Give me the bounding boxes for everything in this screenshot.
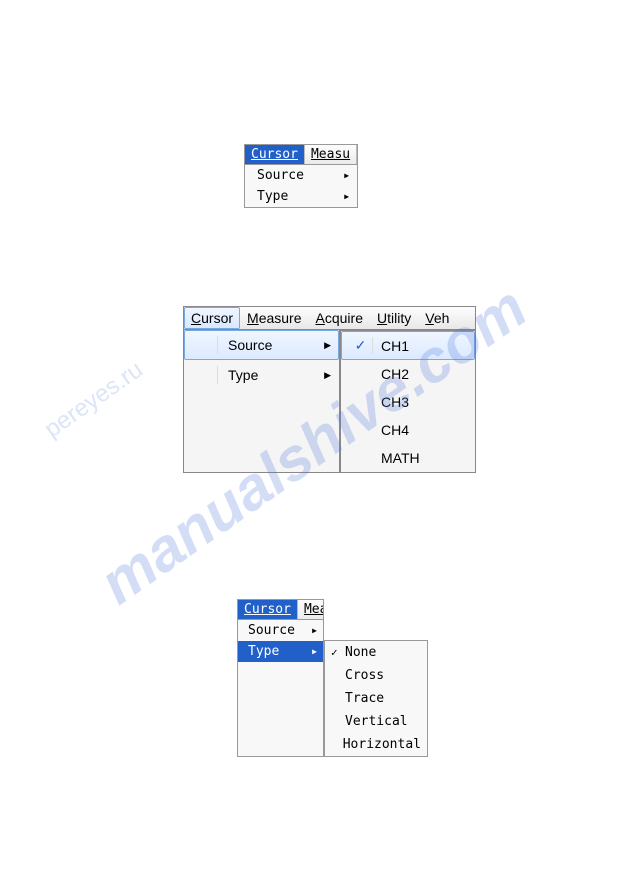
submenu-item-cross[interactable]: Cross [325, 664, 427, 687]
menu-item-source-label: Source [228, 337, 272, 353]
menu-item-source-label: Source [257, 168, 304, 183]
cursor-dropdown: Source ▶ Type ▶ [244, 165, 358, 208]
cursor-menu-expanded-type: Cursor Measu Source ▶ Type ▶ ✓None Cross… [237, 599, 428, 757]
menu-item-source[interactable]: Source ▶ [245, 165, 357, 186]
menu-item-source[interactable]: Source ▶ [184, 330, 339, 360]
submenu-item-trace[interactable]: Trace [325, 687, 427, 710]
menu-item-type-label: Type [248, 644, 279, 659]
menu-cursor[interactable]: Cursor [238, 600, 298, 619]
submenu-item-label: Cross [345, 668, 384, 683]
submenu-arrow-icon: ▶ [312, 647, 317, 656]
submenu-item-label: None [345, 645, 376, 660]
submenu-item-ch2[interactable]: CH2 [341, 360, 475, 388]
check-icon: ✓ [349, 337, 373, 354]
menu-acquire-label: cquire [325, 310, 363, 326]
menu-gutter [192, 336, 218, 354]
submenu-arrow-icon: ▶ [344, 171, 349, 180]
menu-cursor-label: Cursor [244, 602, 291, 617]
source-submenu: ✓ CH1 CH2 CH3 CH4 MATH [340, 330, 476, 473]
cursor-dropdown: Source ▶ Type ▶ [237, 620, 324, 757]
submenu-item-ch1[interactable]: ✓ CH1 [341, 331, 475, 360]
menu-cursor[interactable]: Cursor [184, 307, 240, 329]
menu-item-type[interactable]: Type ▶ [184, 360, 339, 390]
menubar: Cursor Measure Acquire Utility Veh [183, 306, 476, 330]
menu-vehicle[interactable]: Veh [418, 307, 456, 329]
menu-measure-label: Measu [304, 602, 324, 617]
menu-measure-label: easure [259, 310, 302, 326]
menu-cursor-label: ursor [201, 310, 233, 326]
submenu-item-ch4[interactable]: CH4 [341, 416, 475, 444]
menubar: Cursor Measu [244, 144, 358, 165]
menu-cursor-label: Cursor [251, 147, 298, 162]
menu-item-type-label: Type [257, 189, 288, 204]
menu-measure-label: Measu [311, 147, 350, 162]
submenu-item-label: Trace [345, 691, 384, 706]
menu-utility-label: tility [387, 310, 411, 326]
menu-gutter [192, 366, 218, 384]
menu-item-type-label: Type [228, 367, 258, 383]
cursor-menu-compact: Cursor Measu Source ▶ Type ▶ [244, 144, 358, 208]
cursor-menu-expanded-source: Cursor Measure Acquire Utility Veh Sourc… [183, 306, 476, 473]
menu-acquire[interactable]: Acquire [309, 307, 370, 329]
submenu-item-ch3[interactable]: CH3 [341, 388, 475, 416]
menu-measure[interactable]: Measure [240, 307, 308, 329]
submenu-item-label: CH1 [381, 338, 409, 354]
submenu-item-label: Horizontal [343, 737, 421, 752]
submenu-arrow-icon: ▶ [324, 370, 331, 381]
submenu-arrow-icon: ▶ [324, 340, 331, 351]
menu-measure[interactable]: Measu [298, 600, 324, 619]
submenu-arrow-icon: ▶ [312, 626, 317, 635]
submenu-item-math[interactable]: MATH [341, 444, 475, 472]
check-icon: ✓ [331, 646, 345, 659]
submenu-item-label: CH4 [381, 422, 409, 438]
menu-utility[interactable]: Utility [370, 307, 418, 329]
submenu-item-label: MATH [381, 450, 420, 466]
menu-item-type[interactable]: Type ▶ [238, 641, 323, 662]
submenu-item-label: CH2 [381, 366, 409, 382]
submenu-item-vertical[interactable]: Vertical [325, 710, 427, 733]
submenu-item-horizontal[interactable]: Horizontal [325, 733, 427, 756]
menu-measure[interactable]: Measu [305, 145, 357, 164]
type-submenu: ✓None Cross Trace Vertical Horizontal [324, 640, 428, 757]
cursor-dropdown: Source ▶ Type ▶ [183, 330, 340, 473]
menu-item-type[interactable]: Type ▶ [245, 186, 357, 207]
menu-cursor[interactable]: Cursor [245, 145, 305, 164]
submenu-arrow-icon: ▶ [344, 192, 349, 201]
menubar: Cursor Measu [237, 599, 324, 620]
submenu-item-none[interactable]: ✓None [325, 641, 427, 664]
watermark-text-2: pereyes.ru [39, 356, 148, 444]
menu-vehicle-label: eh [434, 310, 450, 326]
submenu-item-label: Vertical [345, 714, 408, 729]
menu-item-source-label: Source [248, 623, 295, 638]
submenu-item-label: CH3 [381, 394, 409, 410]
menu-item-source[interactable]: Source ▶ [238, 620, 323, 641]
